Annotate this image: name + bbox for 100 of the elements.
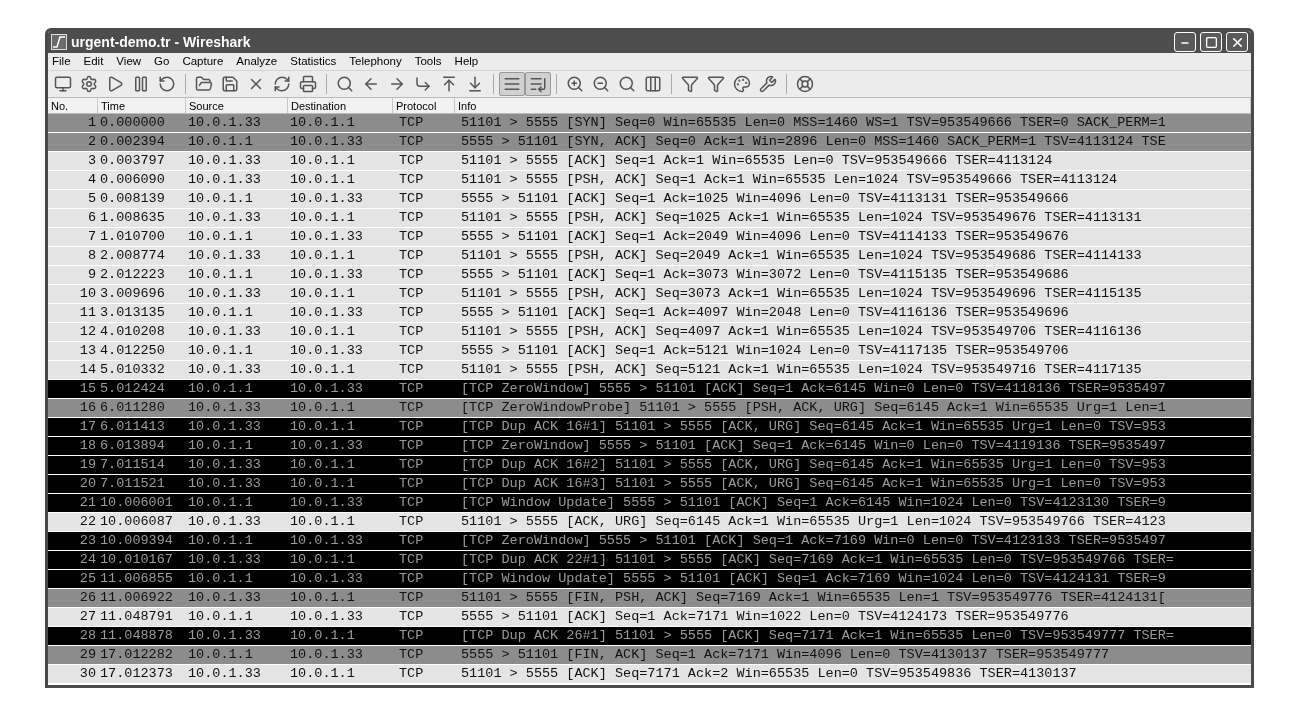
packet-row[interactable]: 10 3.009696 10.0.1.33 10.0.1.1 TCP 51101 > 5555 [PSH, ACK] Seq=3073 Ack=1 Win=65535 Len=1024 TSV=953549696 TSER=4115135 bbox=[48, 285, 1251, 304]
packet-row[interactable]: 18 6.013894 10.0.1.1 10.0.1.33 TCP [TCP ZeroWindow] 5555 > 51101 [ACK] Seq=1 Ack=6145 Win=0 Len=0 TSV=4119136 TSER=9535497 bbox=[48, 437, 1251, 456]
table-cell-text: 3.009696 bbox=[99, 284, 166, 303]
packet-row[interactable]: 1 0.000000 10.0.1.33 10.0.1.1 TCP 51101 > 5555 [SYN] Seq=0 Win=65535 Len=0 MSS=1460 WS=1 TSV=953549666 TSER=0 SACK_PERM=1 bbox=[48, 114, 1251, 133]
table-cell-text: 51101 > 5555 [SYN] Seq=0 Win=65535 Len=0 MSS=1460 WS=1 TSV=953549666 TSER=0 SACK_PERM=1 bbox=[460, 113, 1167, 132]
table-cell-text: TCP bbox=[398, 626, 425, 645]
table-cell-text: 10.0.1.33 bbox=[187, 246, 262, 265]
table-cell-text: 10.0.1.33 bbox=[187, 626, 262, 645]
table-cell-text: 7.011514 bbox=[99, 455, 166, 474]
table-cell-text: 6.013894 bbox=[99, 436, 166, 455]
packet-row[interactable]: 17 6.011413 10.0.1.33 10.0.1.1 TCP [TCP Dup ACK 16#1] 51101 > 5555 [ACK, URG] Seq=6145 Ack=1 Win=65535 Urg=1 Len=0 TSV=953 bbox=[48, 418, 1251, 437]
packet-row[interactable]: 16 6.011280 10.0.1.33 10.0.1.1 TCP [TCP ZeroWindowProbe] 51101 > 5555 [PSH, ACK, URG] Seq=6145 Ack=1 Win=65535 Urg=1 Len=1 bbox=[48, 399, 1251, 418]
packet-row[interactable]: 3 0.003797 10.0.1.33 10.0.1.1 TCP 51101 > 5555 [ACK] Seq=1 Ack=1 Win=65535 Len=0 TSV=953549666 TSER=4113124 bbox=[48, 152, 1251, 171]
table-cell-text: [TCP Window Update] 5555 > 51101 [ACK] Seq=1 Ack=6145 Win=1024 Len=0 TSV=4123130 TSER=9 bbox=[460, 493, 1167, 512]
packet-row[interactable]: 15 5.012424 10.0.1.1 10.0.1.33 TCP [TCP ZeroWindow] 5555 > 51101 [ACK] Seq=1 Ack=6145 Win=0 Len=0 TSV=4118136 TSER=9535497 bbox=[48, 380, 1251, 399]
packet-row[interactable]: 30 17.012373 10.0.1.33 10.0.1.1 TCP 51101 > 5555 [ACK] Seq=7171 Ack=2 Win=65535 Len=0 TSV=953549836 TSER=4130137 bbox=[48, 665, 1251, 684]
table-cell-text: 30 bbox=[78, 664, 97, 683]
table-cell-text: 10.0.1.1 bbox=[187, 265, 254, 284]
packet-row[interactable]: 13 4.012250 10.0.1.1 10.0.1.33 TCP 5555 > 51101 [ACK] Seq=1 Ack=5121 Win=1024 Len=0 TSV=4117135 TSER=953549706 bbox=[48, 342, 1251, 361]
maximize-button[interactable] bbox=[1200, 32, 1222, 52]
packet-row[interactable]: 26 11.006922 10.0.1.33 10.0.1.1 TCP 51101 > 5555 [FIN, PSH, ACK] Seq=7169 Ack=1 Win=65535 Len=1 TSV=953549776 TSER=4124131[ bbox=[48, 589, 1251, 608]
table-cell-text: TCP bbox=[398, 607, 425, 626]
table-cell-text: 10.0.1.1 bbox=[187, 607, 254, 626]
column-header[interactable]: No. bbox=[48, 98, 98, 113]
table-cell-text: 10.0.1.1 bbox=[187, 379, 254, 398]
table-cell-text: 10 bbox=[78, 284, 97, 303]
table-cell-text: 6.011413 bbox=[99, 417, 166, 436]
table-cell-text: [TCP Dup ACK 22#1] 51101 > 5555 [ACK] Seq=7169 Ack=1 Win=65535 Len=0 TSV=953549766 TSER= bbox=[460, 550, 1175, 569]
packet-row[interactable]: 21 10.006001 10.0.1.1 10.0.1.33 TCP [TCP Window Update] 5555 > 51101 [ACK] Seq=1 Ack=6145 Win=1024 Len=0 TSV=4123130 TSER=9 bbox=[48, 494, 1251, 513]
menu-item[interactable]: Statistics bbox=[290, 52, 337, 71]
packet-row[interactable]: 25 11.006855 10.0.1.1 10.0.1.33 TCP [TCP Window Update] 5555 > 51101 [ACK] Seq=1 Ack=7169 Win=1024 Len=0 TSV=4124131 TSER=9 bbox=[48, 570, 1251, 589]
colorize-toggle[interactable] bbox=[499, 72, 525, 96]
menu-item[interactable]: File bbox=[52, 52, 71, 71]
packet-row[interactable]: 6 1.008635 10.0.1.33 10.0.1.1 TCP 51101 > 5555 [PSH, ACK] Seq=1025 Ack=1 Win=65535 Len=1024 TSV=953549676 TSER=4113131 bbox=[48, 209, 1251, 228]
table-cell-text: 10.0.1.1 bbox=[289, 170, 356, 189]
packet-row[interactable]: 14 5.010332 10.0.1.33 10.0.1.1 TCP 51101 > 5555 [PSH, ACK] Seq=5121 Ack=1 Win=65535 Len=1024 TSV=953549716 TSER=4117135 bbox=[48, 361, 1251, 380]
close-button[interactable] bbox=[1226, 32, 1248, 52]
table-cell-text: 5 bbox=[86, 189, 97, 208]
menu-item[interactable]: Capture bbox=[182, 52, 224, 71]
packet-row[interactable]: 22 10.006087 10.0.1.33 10.0.1.1 TCP 51101 > 5555 [ACK, URG] Seq=6145 Ack=1 Win=65535 Urg=1 Len=1024 TSV=953549766 TSER=4123 bbox=[48, 513, 1251, 532]
packet-row[interactable]: 11 3.013135 10.0.1.1 10.0.1.33 TCP 5555 > 51101 [ACK] Seq=1 Ack=4097 Win=2048 Len=0 TSV=4116136 TSER=953549696 bbox=[48, 304, 1251, 323]
table-cell-text: TCP bbox=[398, 588, 425, 607]
menu-item[interactable]: Telephony bbox=[349, 52, 402, 71]
menu-item[interactable]: Tools bbox=[414, 52, 442, 71]
packet-row[interactable]: 12 4.010208 10.0.1.33 10.0.1.1 TCP 51101 > 5555 [PSH, ACK] Seq=4097 Ack=1 Win=65535 Len=1024 TSV=953549706 TSER=4116136 bbox=[48, 323, 1251, 342]
table-cell-text: 10.0.1.33 bbox=[187, 588, 262, 607]
menu-item[interactable]: Analyze bbox=[236, 52, 278, 71]
packet-row[interactable]: 23 10.009394 10.0.1.1 10.0.1.33 TCP [TCP ZeroWindow] 5555 > 51101 [ACK] Seq=1 Ack=7169 Win=0 Len=0 TSV=4123133 TSER=9535497 bbox=[48, 532, 1251, 551]
table-cell-text: 10.0.1.33 bbox=[187, 417, 262, 436]
lines-icon bbox=[503, 75, 521, 93]
column-header[interactable]: Time bbox=[98, 98, 186, 113]
table-cell-text: 11.048791 bbox=[99, 607, 174, 626]
table-cell-text: 0.008139 bbox=[99, 189, 166, 208]
table-cell-text: 10.0.1.1 bbox=[289, 417, 356, 436]
column-header[interactable]: Info bbox=[455, 98, 1251, 113]
table-cell-text: TCP bbox=[398, 550, 425, 569]
column-header[interactable]: Source bbox=[186, 98, 288, 113]
packet-row[interactable]: 8 2.008774 10.0.1.33 10.0.1.1 TCP 51101 > 5555 [PSH, ACK] Seq=2049 Ack=1 Win=65535 Len=1024 TSV=953549686 TSER=4114133 bbox=[48, 247, 1251, 266]
window-title: urgent-demo.tr - Wireshark bbox=[71, 32, 251, 52]
packet-row[interactable]: 7 1.010700 10.0.1.1 10.0.1.33 TCP 5555 > 51101 [ACK] Seq=1 Ack=2049 Win=4096 Len=0 TSV=4114133 TSER=953549676 bbox=[48, 228, 1251, 247]
column-header[interactable]: Protocol bbox=[393, 98, 455, 113]
table-cell-text: 23 bbox=[78, 531, 97, 550]
packet-row[interactable]: 24 10.010167 10.0.1.33 10.0.1.1 TCP [TCP Dup ACK 22#1] 51101 > 5555 [ACK] Seq=7169 Ack=1 Win=65535 Len=0 TSV=953549766 TSER= bbox=[48, 551, 1251, 570]
table-cell-text: 51101 > 5555 [PSH, ACK] Seq=4097 Ack=1 Win=65535 Len=1024 TSV=953549706 TSER=4116136 bbox=[460, 322, 1143, 341]
table-cell-text: 0.000000 bbox=[99, 113, 166, 132]
table-cell-text: 10.0.1.1 bbox=[187, 569, 254, 588]
packet-row[interactable]: 2 0.002394 10.0.1.1 10.0.1.33 TCP 5555 > 51101 [SYN, ACK] Seq=0 Ack=1 Win=2896 Len=0 MSS=1460 SACK_PERM=1 TSV=4113124 TSE bbox=[48, 133, 1251, 152]
packet-row[interactable]: 19 7.011514 10.0.1.33 10.0.1.1 TCP [TCP Dup ACK 16#2] 51101 > 5555 [ACK, URG] Seq=6145 Ack=1 Win=65535 Urg=1 Len=0 TSV=953 bbox=[48, 456, 1251, 475]
table-cell-text: 10.0.1.33 bbox=[289, 341, 364, 360]
table-cell-text: 10.009394 bbox=[99, 531, 174, 550]
menu-item[interactable]: View bbox=[116, 52, 142, 71]
packet-row[interactable]: 5 0.008139 10.0.1.1 10.0.1.33 TCP 5555 > 51101 [ACK] Seq=1 Ack=1025 Win=4096 Len=0 TSV=4113131 TSER=953549666 bbox=[48, 190, 1251, 209]
table-cell-text: 10.0.1.1 bbox=[289, 550, 356, 569]
table-cell-text: 14 bbox=[78, 360, 97, 379]
column-header[interactable]: Destination bbox=[288, 98, 393, 113]
packet-row[interactable]: 28 11.048878 10.0.1.33 10.0.1.1 TCP [TCP Dup ACK 26#1] 51101 > 5555 [ACK] Seq=7171 Ack=1 Win=65535 Len=0 TSV=953549777 TSER= bbox=[48, 627, 1251, 646]
table-cell-text: 13 bbox=[78, 341, 97, 360]
packet-row[interactable]: 9 2.012223 10.0.1.1 10.0.1.33 TCP 5555 > 51101 [ACK] Seq=1 Ack=3073 Win=3072 Len=0 TSV=4115135 TSER=953549686 bbox=[48, 266, 1251, 285]
autoscroll-toggle[interactable] bbox=[525, 72, 551, 96]
packet-row[interactable]: 27 11.048791 10.0.1.1 10.0.1.33 TCP 5555 > 51101 [ACK] Seq=1 Ack=7171 Win=1022 Len=0 TSV=4124173 TSER=953549776 bbox=[48, 608, 1251, 627]
table-cell-text: TCP bbox=[398, 455, 425, 474]
table-cell-text: 6 bbox=[86, 208, 97, 227]
minimize-button[interactable] bbox=[1174, 32, 1196, 52]
table-cell-text: TCP bbox=[398, 474, 425, 493]
table-cell-text: 10.0.1.33 bbox=[187, 284, 262, 303]
table-cell-text: 10.0.1.1 bbox=[289, 455, 356, 474]
packet-row[interactable]: 29 17.012282 10.0.1.1 10.0.1.33 TCP 5555 > 51101 [FIN, ACK] Seq=1 Ack=7171 Win=4096 Len=0 TSV=4130137 TSER=953549777 bbox=[48, 646, 1251, 665]
table-cell-text: 10.0.1.33 bbox=[187, 151, 262, 170]
table-cell-text: 5555 > 51101 [ACK] Seq=1 Ack=1025 Win=4096 Len=0 TSV=4113131 TSER=953549666 bbox=[460, 189, 1070, 208]
table-cell-text: 10.0.1.33 bbox=[187, 512, 262, 531]
table-cell-text: 10.0.1.1 bbox=[187, 436, 254, 455]
packet-row[interactable]: 20 7.011521 10.0.1.33 10.0.1.1 TCP [TCP Dup ACK 16#3] 51101 > 5555 [ACK, URG] Seq=6145 Ack=1 Win=65535 Urg=1 Len=0 TSV=953 bbox=[48, 475, 1251, 494]
table-cell-text: 10.0.1.33 bbox=[289, 607, 364, 626]
table-cell-text: 7.011521 bbox=[99, 474, 166, 493]
menu-item[interactable]: Edit bbox=[83, 52, 104, 71]
menu-item[interactable]: Go bbox=[154, 52, 170, 71]
table-cell-text: 20 bbox=[78, 474, 97, 493]
table-cell-text: 26 bbox=[78, 588, 97, 607]
packet-row[interactable]: 4 0.006090 10.0.1.33 10.0.1.1 TCP 51101 > 5555 [PSH, ACK] Seq=1 Ack=1 Win=65535 Len=1024 TSV=953549666 TSER=4113124 bbox=[48, 171, 1251, 190]
menu-item[interactable]: Help bbox=[454, 52, 479, 71]
